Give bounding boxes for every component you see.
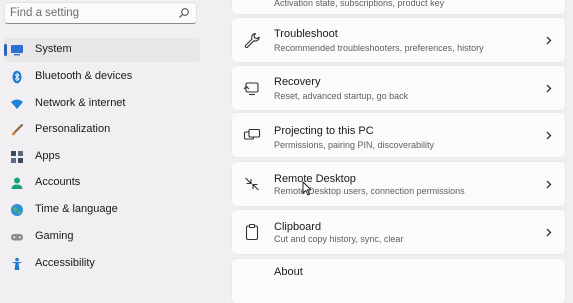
recovery-card[interactable]: Recovery Reset, advanced startup, go bac… [232,66,565,110]
sidebar-item-label: Gaming [35,230,74,242]
globe-icon [11,204,23,216]
system-icon [11,45,23,56]
chevron-right-icon [546,228,552,237]
wifi-icon [11,99,23,109]
sidebar-item-bluetooth[interactable]: Bluetooth & devices [4,65,200,89]
chevron-right-icon [546,180,552,189]
sidebar-item-label: Time & language [35,203,118,215]
recovery-icon [243,82,259,96]
sidebar-item-apps[interactable]: Apps [4,145,200,169]
projecting-card[interactable]: Projecting to this PC Permissions, pairi… [232,113,565,157]
sidebar-item-label: Accessibility [35,257,95,269]
about-title: About [274,266,303,278]
remote-desktop-icon [245,177,259,191]
search-icon[interactable] [178,7,190,19]
key-icon [243,0,261,2]
troubleshoot-title: Troubleshoot [274,28,338,40]
selection-indicator [4,44,7,56]
activation-subtitle: Activation state, subscriptions, product… [274,0,445,8]
sidebar-item-label: Personalization [35,123,111,135]
about-card[interactable]: About [232,259,565,303]
clipboard-subtitle: Cut and copy history, sync, clear [274,234,404,244]
sidebar-item-system[interactable]: System [4,38,200,62]
brush-icon [12,123,24,136]
wrench-icon [244,32,260,49]
sidebar-item-label: Bluetooth & devices [35,70,133,82]
mouse-cursor-icon [302,181,312,196]
accessibility-icon [11,257,23,270]
projector-icon [243,128,261,140]
search-box[interactable] [4,2,197,24]
chevron-right-icon [546,36,552,45]
projecting-title: Projecting to this PC [274,125,374,137]
bluetooth-icon [12,70,22,84]
remote-desktop-card[interactable]: Remote Desktop Remote Desktop users, con… [232,162,565,206]
clipboard-title: Clipboard [274,221,322,233]
clipboard-icon [245,223,259,241]
chevron-right-icon [546,131,552,140]
chevron-right-icon [546,84,552,93]
sidebar-item-label: Accounts [35,176,81,188]
sidebar-item-label: Network & internet [35,97,126,109]
sidebar-item-label: System [35,43,72,55]
recovery-subtitle: Reset, advanced startup, go back [274,91,409,101]
recovery-title: Recovery [274,76,321,88]
clipboard-card[interactable]: Clipboard Cut and copy history, sync, cl… [232,210,565,254]
sidebar-item-time-language[interactable]: Time & language [4,198,200,222]
projecting-subtitle: Permissions, pairing PIN, discoverabilit… [274,140,435,150]
sidebar-item-network[interactable]: Network & internet [4,92,200,116]
sidebar-item-label: Apps [35,150,61,162]
sidebar-item-gaming[interactable]: Gaming [4,225,200,249]
troubleshoot-subtitle: Recommended troubleshooters, preferences… [274,43,484,53]
gamepad-icon [11,234,23,241]
apps-icon [11,151,23,163]
troubleshoot-card[interactable]: Troubleshoot Recommended troubleshooters… [232,18,565,62]
person-icon [11,177,23,189]
search-input[interactable] [5,3,180,23]
sidebar-item-accounts[interactable]: Accounts [4,171,200,195]
remote-desktop-title: Remote Desktop [274,173,356,185]
activation-card[interactable]: Activation state, subscriptions, product… [232,0,565,14]
sidebar-item-accessibility[interactable]: Accessibility [4,252,200,276]
sidebar-item-personalization[interactable]: Personalization [4,118,200,142]
